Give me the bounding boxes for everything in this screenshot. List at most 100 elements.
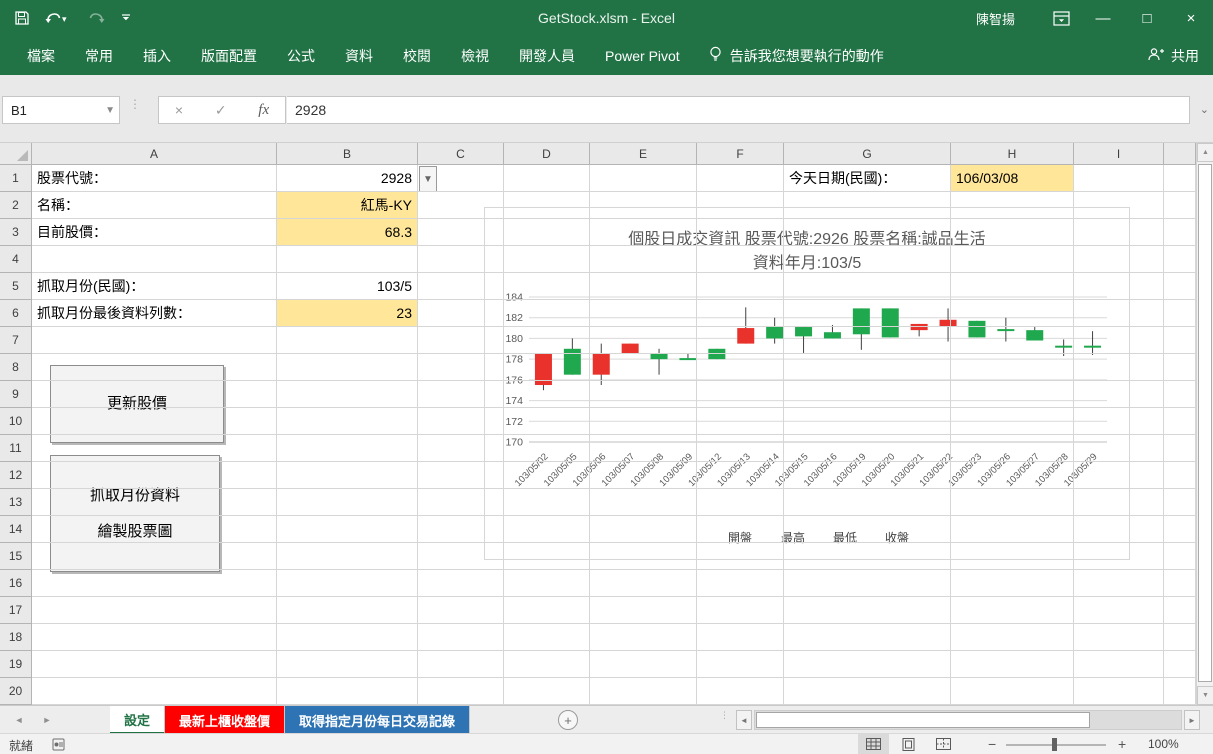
cell-C9[interactable]: [418, 381, 504, 408]
cell-I15[interactable]: [1074, 543, 1164, 570]
horizontal-scroll-thumb[interactable]: [756, 712, 1090, 728]
cell-extra-4[interactable]: [1164, 246, 1196, 273]
cell-C12[interactable]: [418, 462, 504, 489]
cell-G16[interactable]: [784, 570, 951, 597]
cell-extra-3[interactable]: [1164, 219, 1196, 246]
cell-B4[interactable]: [277, 246, 418, 273]
cell-C2[interactable]: [418, 192, 504, 219]
horizontal-scrollbar[interactable]: [754, 710, 1182, 730]
cell-D10[interactable]: [504, 408, 590, 435]
cell-G18[interactable]: [784, 624, 951, 651]
cell-I3[interactable]: [1074, 219, 1164, 246]
cell-G8[interactable]: [784, 354, 951, 381]
col-header-D[interactable]: D: [504, 143, 590, 165]
cell-G12[interactable]: [784, 462, 951, 489]
cell-I6[interactable]: [1074, 300, 1164, 327]
row-header-11[interactable]: 11: [0, 435, 32, 462]
cell-F15[interactable]: [697, 543, 784, 570]
cell-E8[interactable]: [590, 354, 697, 381]
cell-extra-15[interactable]: [1164, 543, 1196, 570]
cell-B10[interactable]: [277, 408, 418, 435]
cell-F1[interactable]: [697, 165, 784, 192]
cell-B11[interactable]: [277, 435, 418, 462]
name-box-dropdown-icon[interactable]: ▼: [105, 105, 115, 116]
cell-I16[interactable]: [1074, 570, 1164, 597]
col-header-G[interactable]: G: [784, 143, 951, 165]
cell-B12[interactable]: [277, 462, 418, 489]
ribbon-tab-1[interactable]: 檔案: [12, 36, 70, 75]
cell-E10[interactable]: [590, 408, 697, 435]
macro-record-icon[interactable]: [52, 738, 65, 754]
cell-E11[interactable]: [590, 435, 697, 462]
cell-B2[interactable]: 紅馬-KY: [277, 192, 418, 219]
name-box[interactable]: B1 ▼: [2, 96, 120, 124]
sheet-tab-2[interactable]: 最新上櫃收盤價: [165, 706, 285, 734]
cell-H7[interactable]: [951, 327, 1074, 354]
undo-icon[interactable]: ▾: [44, 10, 68, 26]
cell-F13[interactable]: [697, 489, 784, 516]
cell-I2[interactable]: [1074, 192, 1164, 219]
cell-C1[interactable]: [418, 165, 504, 192]
cell-F7[interactable]: [697, 327, 784, 354]
cell-G17[interactable]: [784, 597, 951, 624]
cell-B17[interactable]: [277, 597, 418, 624]
ribbon-tab-5[interactable]: 公式: [272, 36, 330, 75]
cell-G4[interactable]: [784, 246, 951, 273]
row-header-10[interactable]: 10: [0, 408, 32, 435]
col-header-F[interactable]: F: [697, 143, 784, 165]
scrollbar-grip[interactable]: ⋮: [720, 713, 729, 718]
col-header-C[interactable]: C: [418, 143, 504, 165]
ribbon-tab-3[interactable]: 插入: [128, 36, 186, 75]
cell-I13[interactable]: [1074, 489, 1164, 516]
cell-H17[interactable]: [951, 597, 1074, 624]
cell-I17[interactable]: [1074, 597, 1164, 624]
cell-I18[interactable]: [1074, 624, 1164, 651]
cell-A11[interactable]: [32, 435, 277, 462]
cell-E15[interactable]: [590, 543, 697, 570]
cell-H6[interactable]: [951, 300, 1074, 327]
cell-A17[interactable]: [32, 597, 277, 624]
cell-extra-5[interactable]: [1164, 273, 1196, 300]
cell-E2[interactable]: [590, 192, 697, 219]
cell-E20[interactable]: [590, 678, 697, 705]
cell-B19[interactable]: [277, 651, 418, 678]
cell-F3[interactable]: [697, 219, 784, 246]
cell-E7[interactable]: [590, 327, 697, 354]
cell-D18[interactable]: [504, 624, 590, 651]
cell-B6[interactable]: 23: [277, 300, 418, 327]
cell-E16[interactable]: [590, 570, 697, 597]
share-button[interactable]: 共用: [1147, 46, 1199, 66]
cell-F5[interactable]: [697, 273, 784, 300]
cell-F20[interactable]: [697, 678, 784, 705]
cell-C19[interactable]: [418, 651, 504, 678]
cell-G3[interactable]: [784, 219, 951, 246]
cell-G6[interactable]: [784, 300, 951, 327]
row-header-4[interactable]: 4: [0, 246, 32, 273]
cell-D1[interactable]: [504, 165, 590, 192]
cell-A13[interactable]: [32, 489, 277, 516]
cell-A5[interactable]: 抓取月份(民國)：: [32, 273, 277, 300]
zoom-level[interactable]: 100%: [1148, 737, 1179, 751]
cell-I9[interactable]: [1074, 381, 1164, 408]
col-header-E[interactable]: E: [590, 143, 697, 165]
cell-F9[interactable]: [697, 381, 784, 408]
cell-I1[interactable]: [1074, 165, 1164, 192]
enter-icon[interactable]: ✓: [215, 102, 227, 119]
cell-extra-2[interactable]: [1164, 192, 1196, 219]
cell-E6[interactable]: [590, 300, 697, 327]
cell-A12[interactable]: [32, 462, 277, 489]
user-name[interactable]: 陳智揚: [976, 9, 1015, 28]
cell-C7[interactable]: [418, 327, 504, 354]
cell-F12[interactable]: [697, 462, 784, 489]
cell-B9[interactable]: [277, 381, 418, 408]
insert-function-icon[interactable]: fx: [258, 102, 269, 119]
cell-A20[interactable]: [32, 678, 277, 705]
cell-A14[interactable]: [32, 516, 277, 543]
cell-extra-16[interactable]: [1164, 570, 1196, 597]
cell-A6[interactable]: 抓取月份最後資料列數：: [32, 300, 277, 327]
cell-extra-10[interactable]: [1164, 408, 1196, 435]
cell-A18[interactable]: [32, 624, 277, 651]
cell-G9[interactable]: [784, 381, 951, 408]
cell-F6[interactable]: [697, 300, 784, 327]
cell-H12[interactable]: [951, 462, 1074, 489]
